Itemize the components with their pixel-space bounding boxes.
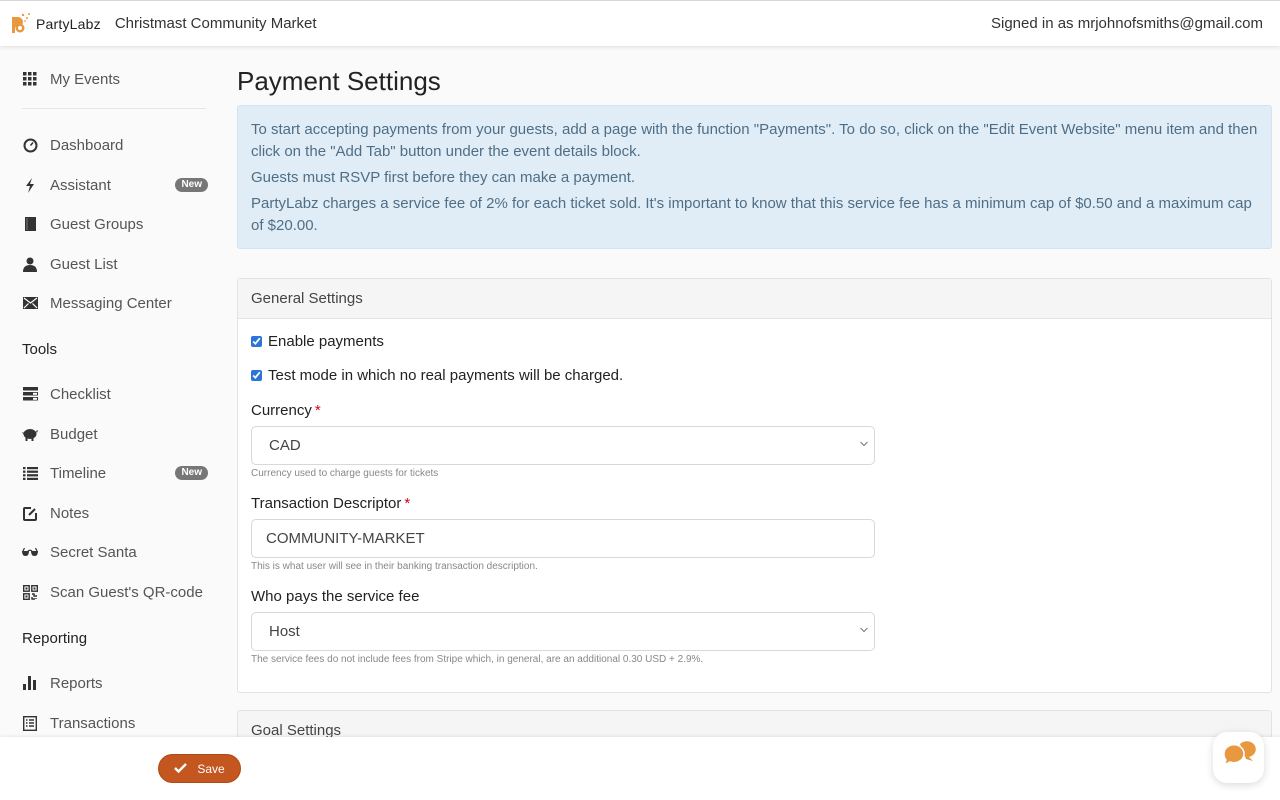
sidebar-item-label: Checklist [50,385,111,403]
sidebar-item-label: My Events [50,70,121,88]
sidebar-item-budget[interactable]: Budget [22,419,208,449]
currency-select[interactable]: CAD [251,426,875,465]
new-badge: New [175,178,208,192]
payments-info-alert: To start accepting payments from your gu… [237,105,1272,249]
save-button[interactable]: Save [158,754,241,783]
sidebar-item-label: Secret Santa [50,543,137,561]
sidebar-item-assistant[interactable]: Assistant New [22,170,208,200]
checkmark-icon [174,761,188,776]
partylabz-logo-icon [9,11,33,37]
page-title: Payment Settings [237,66,441,96]
field-label-text: Transaction Descriptor [251,495,402,512]
sidebar-item-notes[interactable]: Notes [22,498,208,528]
sidebar-item-label: Guest Groups [50,215,144,233]
enable-payments-checkbox[interactable] [251,336,262,347]
select-value: CAD [269,437,301,454]
bottom-action-bar: Save [0,737,1280,800]
sidebar-item-label: Reports [50,674,103,692]
save-label: Save [197,761,225,776]
checkbox-label: Test mode in which no real payments will… [268,367,624,384]
select-value: Host [269,623,300,640]
test-mode-checkbox[interactable] [251,370,262,381]
required-mark: * [404,495,411,512]
sidebar-item-messaging-center[interactable]: Messaging Center [22,288,208,318]
signed-in-user: Signed in as mrjohnofsmiths@gmail.com [991,15,1263,32]
sidebar-divider [22,108,206,109]
envelope-icon [22,295,38,311]
chat-bubbles-icon [1222,741,1256,774]
sidebar-item-dashboard[interactable]: Dashboard [22,130,208,160]
required-mark: * [314,402,321,419]
event-title: Christmast Community Market [114,15,317,32]
currency-help-text: Currency used to charge guests for ticke… [251,468,439,479]
sidebar-item-guest-groups[interactable]: Guest Groups [22,209,208,239]
enable-payments-checkbox-row[interactable]: Enable payments [251,333,384,350]
descriptor-label: Transaction Descriptor * [251,495,410,512]
sidebar-item-label: Dashboard [50,136,124,154]
panel-heading: General Settings [238,279,1271,319]
sidebar-item-label: Transactions [50,714,136,732]
sidebar-item-my-events[interactable]: My Events [22,64,208,94]
chevron-down-icon [860,439,868,447]
fee-payer-select[interactable]: Host [251,612,875,651]
alert-paragraph: To start accepting payments from your gu… [251,121,1258,160]
descriptor-help-text: This is what user will see in their bank… [251,561,538,572]
sidebar-item-checklist[interactable]: Checklist [22,379,208,409]
top-navbar: PartyLabz Christmast Community Market Si… [0,0,1280,46]
sidebar-item-label: Scan Guest's QR-code [50,583,203,601]
grid-icon [22,71,38,87]
fee-payer-label: Who pays the service fee [251,588,420,605]
sidebar-item-label: Guest List [50,255,118,273]
lightning-icon [22,177,38,193]
checkbox-label: Enable payments [268,333,384,350]
sunglasses-icon [22,544,38,560]
sidebar-item-scan-qr[interactable]: Scan Guest's QR-code [22,577,208,607]
test-mode-checkbox-row[interactable]: Test mode in which no real payments will… [251,367,623,384]
brand-name: PartyLabz [36,15,101,32]
list-icon [22,465,38,481]
sidebar: My Events Dashboard Assistant New Guest … [0,47,222,737]
user-icon [22,256,38,272]
qr-code-icon [22,584,38,600]
sidebar-item-reports[interactable]: Reports [22,668,208,698]
book-icon [22,216,38,232]
sidebar-section-reporting: Reporting [22,630,88,647]
receipt-icon [22,715,38,731]
currency-label: Currency * [251,402,321,419]
alert-paragraph: PartyLabz charges a service fee of 2% fo… [251,195,1252,234]
piggy-bank-icon [22,426,38,442]
transaction-descriptor-input[interactable]: COMMUNITY-MARKET [251,519,875,558]
sidebar-item-timeline[interactable]: Timeline New [22,458,208,488]
sidebar-item-label: Messaging Center [50,294,172,312]
chat-support-button[interactable] [1213,732,1264,783]
sidebar-item-label: Notes [50,504,90,522]
new-badge: New [175,466,208,480]
field-label-text: Currency [251,402,312,419]
sidebar-item-label: Budget [50,425,98,443]
brand-logo-link[interactable]: PartyLabz [9,11,101,37]
sidebar-section-tools: Tools [22,341,58,358]
sidebar-item-guest-list[interactable]: Guest List [22,249,208,279]
fee-payer-help-text: The service fees do not include fees fro… [251,654,704,665]
edit-icon [22,505,38,521]
sidebar-item-label: Assistant [50,176,111,194]
general-settings-panel: General Settings Enable payments Test mo… [237,278,1272,693]
input-value: COMMUNITY-MARKET [266,530,425,547]
alert-paragraph: Guests must RSVP first before they can m… [251,169,636,186]
sidebar-item-secret-santa[interactable]: Secret Santa [22,537,208,567]
chevron-down-icon [860,625,868,633]
dashboard-icon [22,137,38,153]
bar-chart-icon [22,675,38,691]
checklist-icon [22,386,38,402]
sidebar-item-transactions[interactable]: Transactions [22,708,208,738]
sidebar-item-label: Timeline [50,464,107,482]
